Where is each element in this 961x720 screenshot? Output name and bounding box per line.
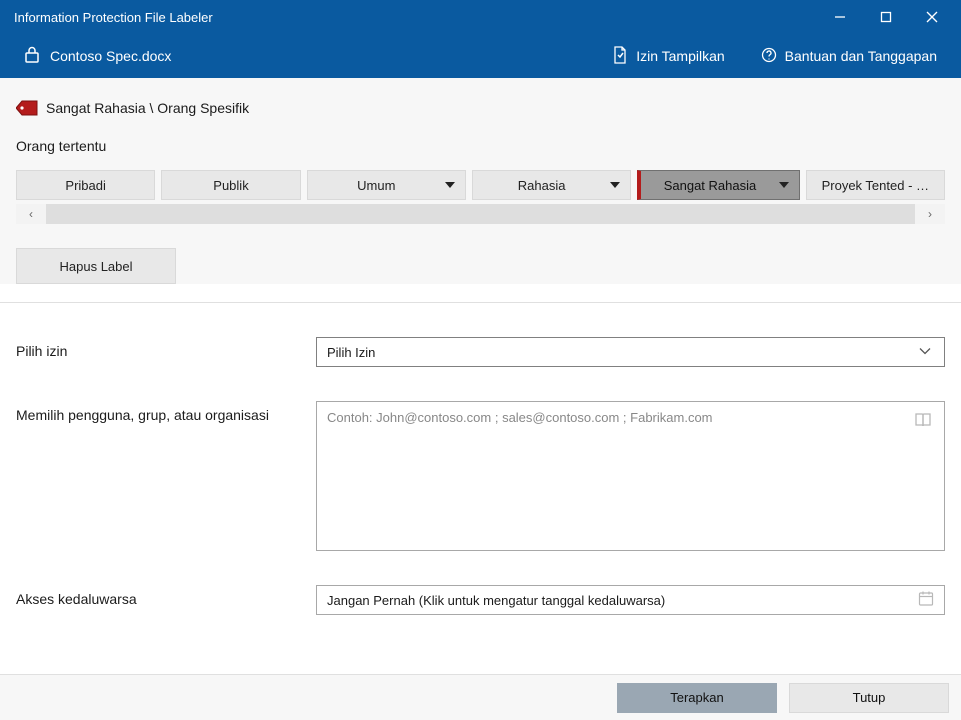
close-dialog-button[interactable]: Tutup (789, 683, 949, 713)
current-label-text: Sangat Rahasia \ Orang Spesifik (46, 100, 249, 116)
close-button[interactable] (909, 0, 955, 34)
current-label-row: Sangat Rahasia \ Orang Spesifik (16, 100, 945, 116)
file-name: Contoso Spec.docx (50, 48, 171, 64)
header-bar: Contoso Spec.docx Izin Tampilkan Bantuan… (0, 34, 961, 78)
window-title: Information Protection File Labeler (14, 10, 817, 25)
access-expiry-value: Jangan Pernah (Klik untuk mengatur tangg… (327, 593, 665, 608)
document-icon (612, 46, 628, 67)
tag-icon (16, 100, 36, 116)
delete-label-button[interactable]: Hapus Label (16, 248, 176, 284)
calendar-icon[interactable] (918, 591, 934, 610)
users-input[interactable]: Contoh: John@contoso.com ; sales@contoso… (316, 401, 945, 551)
scroll-right-button[interactable]: › (915, 204, 945, 224)
scroll-left-button[interactable]: ‹ (16, 204, 46, 224)
tab-label: Proyek Tented - … (822, 178, 929, 193)
footer: Terapkan Tutup (0, 674, 961, 720)
sensitivity-tabs: Pribadi Publik Umum Rahasia Sangat Rahas… (16, 170, 945, 200)
access-expiry-input[interactable]: Jangan Pernah (Klik untuk mengatur tangg… (316, 585, 945, 615)
close-button-label: Tutup (853, 690, 886, 705)
select-users-label: Memilih pengguna, grup, atau organisasi (16, 401, 316, 551)
tab-sangat-rahasia[interactable]: Sangat Rahasia (637, 170, 799, 200)
tab-label: Umum (357, 178, 395, 193)
minimize-button[interactable] (817, 0, 863, 34)
help-feedback-button[interactable]: Bantuan dan Tanggapan (761, 47, 937, 66)
select-permission-label: Pilih izin (16, 337, 316, 367)
lock-icon (24, 46, 40, 67)
tab-pribadi[interactable]: Pribadi (16, 170, 155, 200)
chevron-down-icon (445, 182, 455, 188)
show-permissions-button[interactable]: Izin Tampilkan (612, 46, 724, 67)
show-permissions-label: Izin Tampilkan (636, 48, 724, 64)
address-book-icon[interactable] (914, 412, 932, 431)
maximize-button[interactable] (863, 0, 909, 34)
tab-label: Publik (213, 178, 248, 193)
apply-button[interactable]: Terapkan (617, 683, 777, 713)
tab-rahasia[interactable]: Rahasia (472, 170, 631, 200)
apply-button-label: Terapkan (670, 690, 723, 705)
select-permission-value: Pilih Izin (327, 345, 375, 360)
tab-label: Sangat Rahasia (664, 178, 757, 193)
delete-label-text: Hapus Label (60, 259, 133, 274)
tab-label: Rahasia (518, 178, 566, 193)
chevron-down-icon (779, 182, 789, 188)
tab-umum[interactable]: Umum (307, 170, 466, 200)
chevron-down-icon (610, 182, 620, 188)
help-feedback-label: Bantuan dan Tanggapan (785, 48, 937, 64)
tabs-scrollbar[interactable]: ‹ › (16, 204, 945, 224)
users-placeholder: Contoh: John@contoso.com ; sales@contoso… (327, 410, 713, 425)
tab-proyek-tented[interactable]: Proyek Tented - … (806, 170, 945, 200)
window-titlebar: Information Protection File Labeler (0, 0, 961, 34)
access-expiry-label: Akses kedaluwarsa (16, 585, 316, 615)
select-permission-dropdown[interactable]: Pilih Izin (316, 337, 945, 367)
tab-label: Pribadi (65, 178, 105, 193)
specific-people-label: Orang tertentu (16, 138, 945, 154)
tab-publik[interactable]: Publik (161, 170, 300, 200)
help-icon (761, 47, 777, 66)
chevron-down-icon (918, 345, 932, 360)
